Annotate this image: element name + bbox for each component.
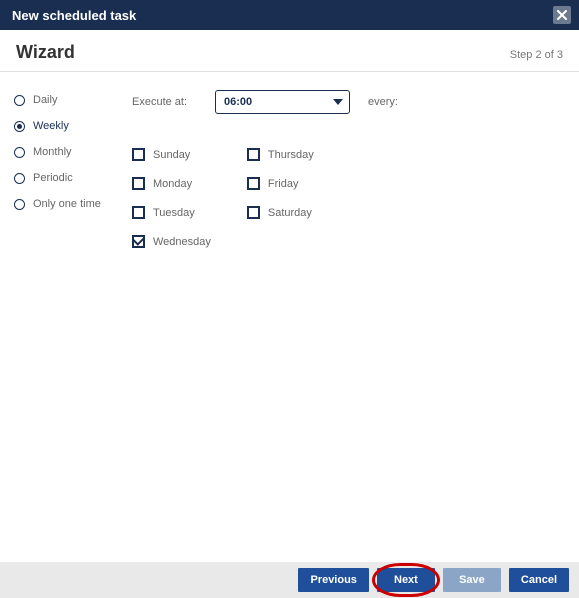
frequency-label: Periodic xyxy=(33,172,73,184)
day-checkbox-saturday[interactable]: Saturday xyxy=(247,206,314,219)
checkbox-icon xyxy=(132,148,145,161)
day-checkbox-wednesday[interactable]: Wednesday xyxy=(132,235,211,248)
days-column-1: Sunday Monday Tuesday Wednesday xyxy=(132,148,211,248)
time-value: 06:00 xyxy=(224,96,252,108)
wizard-title: Wizard xyxy=(16,42,75,63)
radio-icon xyxy=(14,173,25,184)
previous-button[interactable]: Previous xyxy=(298,568,368,592)
day-label: Tuesday xyxy=(153,207,195,219)
days-column-2: Thursday Friday Saturday xyxy=(247,148,314,248)
checkbox-icon xyxy=(247,206,260,219)
frequency-label: Weekly xyxy=(33,120,69,132)
save-button[interactable]: Save xyxy=(443,568,501,592)
wizard-footer: Previous Next Save Cancel xyxy=(0,562,579,598)
frequency-option-monthly[interactable]: Monthly xyxy=(14,142,126,168)
cancel-button[interactable]: Cancel xyxy=(509,568,569,592)
days-grid: Sunday Monday Tuesday Wednesday Thursday Fri… xyxy=(132,148,569,248)
frequency-option-weekly[interactable]: Weekly xyxy=(14,116,126,142)
radio-icon xyxy=(14,147,25,158)
frequency-option-daily[interactable]: Daily xyxy=(14,90,126,116)
next-button[interactable]: Next xyxy=(377,568,435,592)
schedule-panel: Execute at: 06:00 every: Sunday Monday Tue… xyxy=(126,90,569,248)
radio-icon xyxy=(14,199,25,210)
day-checkbox-thursday[interactable]: Thursday xyxy=(247,148,314,161)
wizard-header: Wizard Step 2 of 3 xyxy=(0,30,579,72)
day-label: Wednesday xyxy=(153,236,211,248)
frequency-label: Only one time xyxy=(33,198,101,210)
frequency-sidebar: Daily Weekly Monthly Periodic Only one time xyxy=(14,90,126,248)
checkbox-icon xyxy=(132,177,145,190)
close-button[interactable] xyxy=(553,6,571,24)
checkbox-icon xyxy=(247,148,260,161)
day-checkbox-tuesday[interactable]: Tuesday xyxy=(132,206,211,219)
chevron-down-icon xyxy=(333,99,343,105)
frequency-label: Monthly xyxy=(33,146,72,158)
step-indicator: Step 2 of 3 xyxy=(510,49,563,61)
close-icon xyxy=(557,10,567,20)
frequency-option-periodic[interactable]: Periodic xyxy=(14,168,126,194)
day-checkbox-sunday[interactable]: Sunday xyxy=(132,148,211,161)
radio-icon xyxy=(14,121,25,132)
checkbox-icon xyxy=(132,206,145,219)
frequency-label: Daily xyxy=(33,94,57,106)
day-label: Sunday xyxy=(153,149,190,161)
wizard-body: DailyWeeklyMonthlyPeriodicOnly one time … xyxy=(0,72,579,258)
checkbox-icon xyxy=(247,177,260,190)
frequency-option-once[interactable]: Only one time xyxy=(14,194,126,220)
time-dropdown[interactable]: 06:00 xyxy=(215,90,350,114)
execute-row: Execute at: 06:00 every: xyxy=(132,90,569,114)
execute-at-label: Execute at: xyxy=(132,96,197,108)
day-label: Saturday xyxy=(268,207,312,219)
titlebar: New scheduled task xyxy=(0,0,579,30)
day-checkbox-friday[interactable]: Friday xyxy=(247,177,314,190)
day-label: Monday xyxy=(153,178,192,190)
checkbox-icon xyxy=(132,235,145,248)
every-label: every: xyxy=(368,96,398,108)
radio-icon xyxy=(14,95,25,106)
day-checkbox-monday[interactable]: Monday xyxy=(132,177,211,190)
window-title: New scheduled task xyxy=(12,8,136,23)
day-label: Thursday xyxy=(268,149,314,161)
day-label: Friday xyxy=(268,178,299,190)
